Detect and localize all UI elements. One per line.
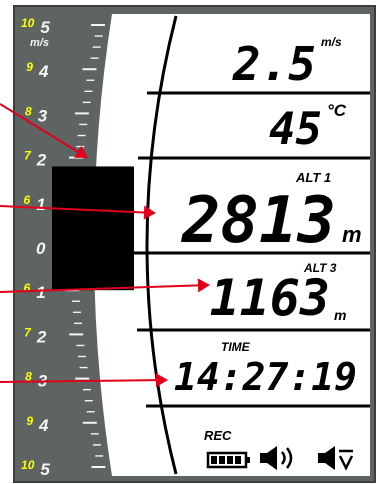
alt1-unit: m — [342, 222, 362, 247]
vario-value: 2.5 — [232, 37, 316, 91]
scale-label-yellow: 10 — [21, 16, 35, 30]
alt3-unit: m — [334, 307, 346, 323]
time-label: TIME — [221, 340, 251, 354]
scale-label-white: 1 — [36, 283, 45, 302]
scale-label-white: 3 — [38, 106, 48, 125]
scale-label-white: 0 — [36, 239, 46, 258]
scale-label-white: 5 — [40, 18, 50, 37]
vario-scale-unit: m/s — [30, 37, 49, 49]
scale-label-white: 5 — [40, 460, 50, 479]
alt3-value: 1163 — [210, 269, 330, 327]
scale-label-yellow: 9 — [26, 60, 33, 74]
scale-label-white: 2 — [36, 151, 47, 170]
scale-label-yellow: 9 — [26, 414, 33, 428]
temperature-unit: °C — [327, 101, 347, 120]
alt1-value: 2813 — [181, 184, 336, 258]
scale-label-white: 4 — [38, 416, 49, 435]
scale-label-yellow: 8 — [25, 104, 32, 118]
vario-bar — [52, 166, 134, 291]
scale-label-white: 1 — [36, 195, 45, 214]
alt1-label: ALT 1 — [295, 170, 331, 185]
vario-device: 10594837261061728394105 m/s 2.5 m/s 45 °… — [0, 5, 376, 483]
rec-label: REC — [204, 428, 232, 443]
scale-label-yellow: 10 — [21, 458, 35, 472]
vario-unit: m/s — [321, 35, 342, 49]
scale-label-white: 2 — [36, 327, 47, 346]
scale-label-yellow: 6 — [24, 281, 31, 295]
temperature-value: 45 — [269, 104, 322, 155]
scale-label-white: 4 — [38, 62, 49, 81]
scale-label-yellow: 6 — [24, 193, 31, 207]
time-value: 14:27:19 — [174, 355, 357, 399]
